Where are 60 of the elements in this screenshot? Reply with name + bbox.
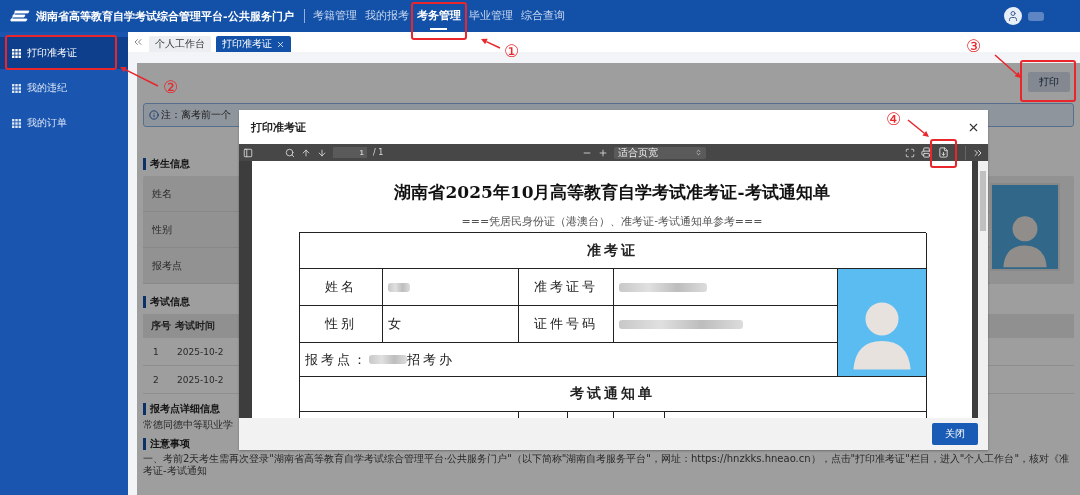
grid-icon (12, 118, 21, 128)
page-tab[interactable]: 打印准考证 (216, 36, 291, 52)
notes-paragraph: 一、考前2天考生需再次登录"湖南省高等教育自学考试综合管理平台·公共服务门户"（以下简称"湖南自考服务平台"，网址：https://hnzkks.hneao.cn），点击"打印准考证"栏目，进入"个人工作台"，核对《准考证-考试通知 (143, 452, 1070, 478)
highlight-frame (411, 2, 467, 40)
step-number: ④ (886, 111, 902, 128)
sidebar-item[interactable]: 打印准考证 (0, 37, 128, 69)
table-heading: 考试通知单 (299, 377, 927, 412)
site-address: 常德同德中等职业学 (143, 419, 233, 432)
column-header: 序号 (151, 319, 172, 333)
table-cell: 2025-10-2 (177, 346, 224, 357)
redacted-text (1028, 11, 1044, 21)
download-icon[interactable] (938, 145, 949, 160)
table-cell: 2025-10-2 (177, 374, 224, 385)
page-total: / 1 (373, 148, 384, 157)
logo-icon (10, 10, 30, 22)
grid-icon (12, 48, 21, 58)
scrollbar[interactable] (978, 161, 988, 418)
step-number: ③ (966, 38, 982, 55)
avatar-icon[interactable] (1004, 7, 1022, 25)
column-header: 考试时间 (175, 319, 215, 333)
print-icon[interactable] (921, 145, 932, 160)
nav-item[interactable]: 我的报考 (364, 0, 409, 32)
nav-item[interactable]: 考务管理 (416, 0, 461, 32)
step-number: ② (163, 79, 179, 96)
nav-item[interactable]: 毕业管理 (468, 0, 513, 32)
redacted-text (387, 282, 410, 292)
portal-title: 湖南省高等教育自学考试综合管理平台-公共服务门户 (36, 8, 294, 24)
table-cell-text: 1 (153, 346, 160, 357)
collapse-icon[interactable] (132, 36, 144, 48)
page-tab[interactable]: 个人工作台 (149, 36, 211, 52)
nav-item[interactable]: 综合查询 (520, 0, 565, 32)
nav-item[interactable]: 考籍管理 (312, 0, 357, 32)
document-title: 湖南省2025年10月高等教育自学考试准考证-考试通知单 (394, 181, 830, 204)
print-button[interactable]: 打印 (1028, 72, 1070, 92)
grid-icon (12, 83, 21, 93)
field-label: 性别 (152, 222, 172, 237)
zoom-select[interactable]: 适合页宽 (614, 146, 707, 159)
notice-text: 注：离考前一个 (161, 108, 231, 122)
redacted-text (368, 355, 407, 364)
info-icon (149, 110, 159, 120)
sidebar-item[interactable]: 我的订单 (0, 107, 128, 139)
highlight-frame (1020, 60, 1076, 102)
dialog-title: 打印准考证 (251, 119, 306, 135)
document-subtitle: ===凭居民身份证（港澳台）、准考证-考试通知单参考=== (461, 214, 763, 229)
table-cell: 姓名 (299, 269, 383, 306)
table-cell-text: 2 (153, 374, 160, 385)
updown-icon (695, 149, 703, 156)
field-label: 姓名 (152, 186, 172, 201)
field-label: 报考点 (152, 258, 182, 273)
table-cell: 证件号码 (518, 306, 614, 343)
close-button[interactable]: 关闭 (932, 423, 978, 445)
step-number: ① (504, 43, 520, 60)
sidebar-item[interactable]: 我的违纪 (0, 72, 128, 104)
table-cell: 准考证号 (518, 269, 614, 306)
table-cell: 女 (382, 306, 519, 343)
site-suffix: 招考办 (406, 350, 455, 369)
table-cell: 性别 (299, 306, 383, 343)
highlight-frame (930, 139, 957, 168)
site-label: 报考点： (304, 350, 369, 369)
page-number-field[interactable]: 1 (333, 147, 367, 158)
